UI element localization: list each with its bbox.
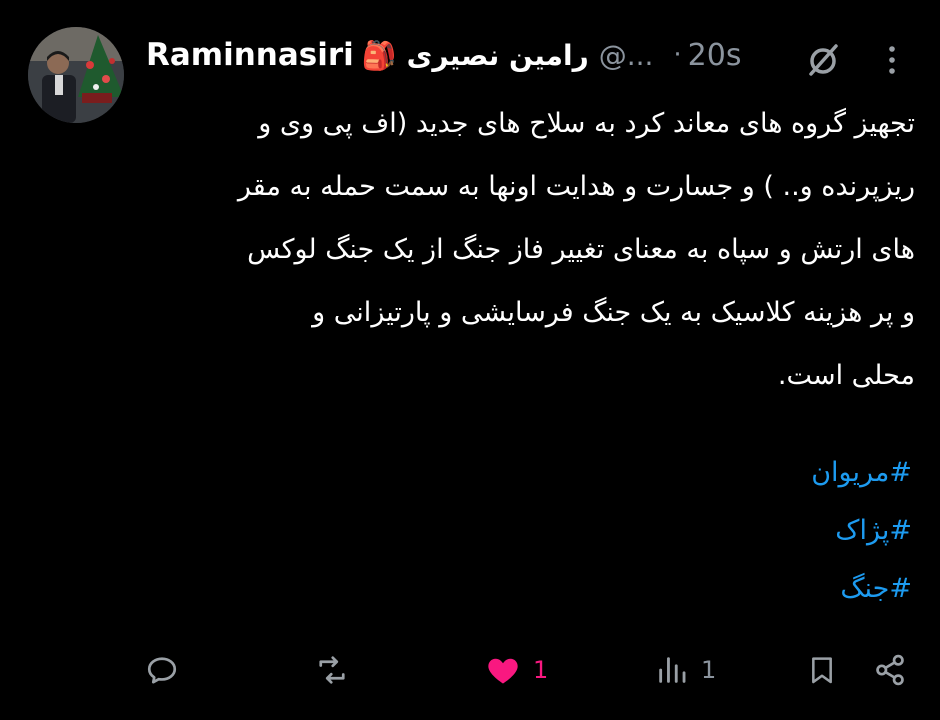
heart-filled-icon [488,658,518,684]
views-button[interactable]: 1 [655,648,716,692]
bookmark-icon [812,657,832,684]
hashtag-list: #مریوان #پژاک #جنگ [512,444,912,618]
hashtag-marivan[interactable]: #مریوان [512,444,912,502]
more-vertical-icon[interactable] [880,40,904,80]
views-bar-chart-icon [659,657,686,683]
action-bar: 1 1 [0,640,940,700]
timestamp[interactable]: 20s [688,38,742,73]
share-icon [876,654,904,686]
tweet-text: تجهیز گروه های معاند کرد به سلاح های جدی… [237,108,915,391]
reply-icon [147,657,177,684]
grok-icon[interactable] [803,40,843,80]
backpack-emoji-badge: 🎒 [361,38,397,72]
views-count: 1 [701,656,717,684]
display-name[interactable]: Raminnasiri [146,37,354,73]
like-button[interactable]: 1 [485,648,548,692]
tweet-header: Raminnasiri 🎒 رامین نصیری @... · 20s [146,30,741,80]
retweet-button[interactable] [313,648,351,692]
bookmark-button[interactable] [806,648,838,692]
retweet-icon [319,656,345,684]
like-count: 1 [533,656,549,684]
tweet-card: Raminnasiri 🎒 رامین نصیری @... · 20s تجه… [0,0,940,720]
reply-button[interactable] [144,648,180,692]
hashtag-pjak[interactable]: #پژاک [512,502,912,560]
avatar[interactable] [28,27,124,123]
avatar-photo [28,27,124,123]
user-handle[interactable]: @... [599,39,654,72]
separator-dot: · [673,40,682,70]
share-button[interactable] [872,648,908,692]
hashtag-jang[interactable]: #جنگ [512,560,912,618]
display-name-persian[interactable]: رامین نصیری [407,39,589,72]
